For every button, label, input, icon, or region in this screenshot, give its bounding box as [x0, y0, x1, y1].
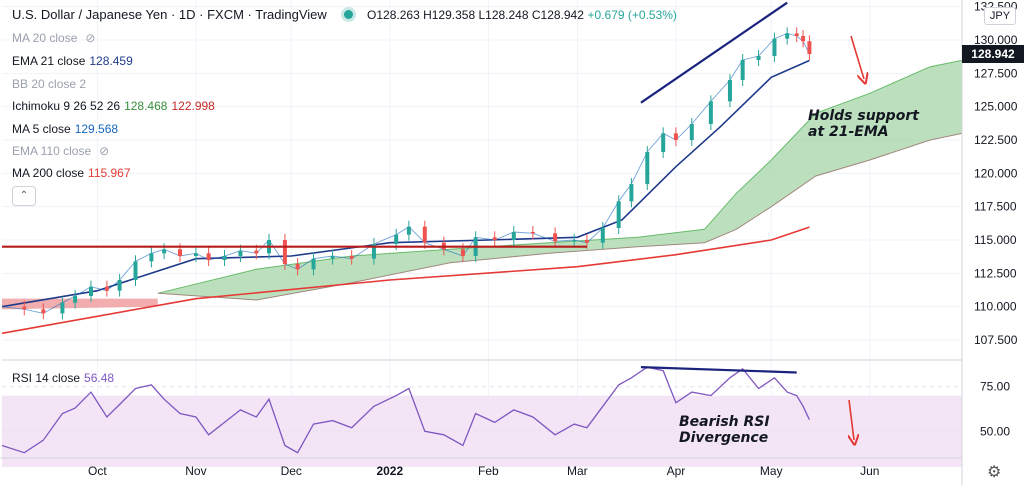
- legend-ema21[interactable]: EMA 21 close 128.459: [12, 54, 133, 68]
- candle-body: [149, 253, 154, 262]
- price-tick-label: 122.500: [974, 133, 1018, 147]
- candle-body: [616, 201, 621, 228]
- grid: [2, 0, 962, 458]
- time-tick-label: Mar: [567, 464, 588, 478]
- last-price-label: 128.942: [962, 45, 1024, 64]
- candle-body: [422, 226, 427, 243]
- candle-body: [311, 258, 316, 270]
- price-chart[interactable]: 107.500 110.000 112.500 115.000 117.500 120.0…: [0, 0, 1024, 485]
- candle-body: [295, 264, 300, 270]
- ichimoku-cloud: [2, 59, 963, 310]
- candle-body: [584, 240, 589, 243]
- time-tick-label: Dec: [281, 464, 302, 478]
- time-tick-label: Nov: [185, 464, 206, 478]
- candle-body: [492, 237, 497, 240]
- price-tick-label: 127.500: [974, 66, 1018, 80]
- symbol-title[interactable]: U.S. Dollar / Japanese Yen · 1D · FXCM ·…: [12, 7, 327, 22]
- candle-body: [406, 226, 411, 235]
- time-tick-label: Apr: [667, 464, 686, 478]
- candle-body: [572, 240, 577, 242]
- rsi-divergence-line: [640, 366, 797, 374]
- candle-body: [222, 256, 227, 260]
- candle-body: [133, 261, 138, 280]
- candle-body: [530, 232, 535, 234]
- time-tick-label: Oct: [88, 464, 107, 478]
- price-tick-label: 125.000: [974, 100, 1018, 114]
- market-open-icon: [344, 10, 354, 19]
- candle-body: [756, 56, 761, 60]
- candle-body: [193, 253, 198, 256]
- candle-body: [460, 249, 465, 256]
- price-tick-label: 120.000: [974, 166, 1018, 180]
- candle-body: [772, 38, 777, 56]
- down-arrow: [850, 35, 864, 79]
- candle-body: [394, 234, 399, 244]
- candle-body: [708, 101, 713, 124]
- candle-body: [600, 228, 605, 243]
- chart-header: U.S. Dollar / Japanese Yen · 1D · FXCM ·…: [12, 7, 677, 22]
- time-tick-label: May: [760, 464, 783, 478]
- price-tick-label: 117.500: [974, 200, 1017, 214]
- senkou-a-line: [157, 59, 963, 294]
- candle-body: [162, 249, 167, 254]
- candle-body: [282, 240, 287, 264]
- candle-body: [330, 256, 335, 259]
- candle-body: [104, 286, 109, 291]
- legend-ma20[interactable]: MA 20 close ⊘: [12, 31, 95, 45]
- time-tick-label: Feb: [478, 464, 499, 478]
- time-tick-label: Jun: [860, 464, 879, 478]
- price-tick-label: 110.000: [974, 300, 1017, 314]
- collapse-legend-button[interactable]: ⌃: [12, 186, 36, 206]
- candle-body: [807, 41, 812, 55]
- annotation-rsi-divergence[interactable]: Bearish RSI Divergence: [679, 414, 770, 446]
- legend-ma5[interactable]: MA 5 close 129.568: [12, 122, 118, 136]
- rsi-legend[interactable]: RSI 14 close 56.48: [12, 371, 114, 385]
- candle-body: [349, 256, 354, 259]
- candle-body: [206, 253, 211, 260]
- candle-body: [740, 60, 745, 80]
- candle-body: [117, 280, 122, 291]
- candle-body: [645, 152, 650, 184]
- candle-body: [89, 286, 94, 296]
- annotation-support[interactable]: Holds support at 21-EMA: [808, 108, 919, 140]
- price-tick-label: 112.500: [974, 266, 1017, 280]
- candle-body: [629, 184, 634, 202]
- cloud-area: [157, 60, 963, 301]
- price-tick-label: 115.000: [974, 233, 1017, 247]
- legend-ichimoku[interactable]: Ichimoku 9 26 52 26 128.468 122.998: [12, 99, 215, 113]
- candle-body: [727, 80, 732, 102]
- candle-body: [553, 233, 558, 242]
- ohlc-values: O128.263 H129.358 L128.248 C128.942: [367, 8, 584, 22]
- price-tick-label: 107.500: [974, 333, 1018, 347]
- candle-body: [60, 302, 65, 314]
- rsi-tick-label: 50.00: [980, 424, 1010, 438]
- rsi-tick-label: 75.00: [980, 380, 1010, 394]
- candle-body: [794, 33, 799, 36]
- indicator-lines: [1, 32, 810, 335]
- legend-bb20[interactable]: BB 20 close 2: [12, 77, 86, 91]
- hidden-eye-icon[interactable]: ⊘: [99, 144, 109, 158]
- candle-body: [254, 250, 259, 254]
- candle-body: [801, 36, 806, 42]
- legend-ma200[interactable]: MA 200 close 115.967: [12, 166, 131, 180]
- candle-body: [73, 296, 78, 303]
- candle-body: [511, 232, 516, 240]
- currency-selector[interactable]: JPY: [984, 7, 1016, 25]
- candle-body: [661, 133, 666, 152]
- candle-body: [22, 306, 27, 310]
- price-change: +0.679 (+0.53%): [587, 8, 677, 22]
- candle-body: [785, 33, 790, 39]
- candle-body: [689, 124, 694, 140]
- candle-body: [41, 309, 46, 314]
- time-tick-label: 2022: [376, 464, 403, 478]
- candle-body: [238, 250, 243, 256]
- candle-body: [673, 133, 678, 140]
- legend-ema110[interactable]: EMA 110 close ⊘: [12, 144, 109, 158]
- gear-icon[interactable]: ⚙: [987, 462, 1001, 482]
- hidden-eye-icon[interactable]: ⊘: [85, 31, 95, 45]
- candle-body: [178, 249, 183, 256]
